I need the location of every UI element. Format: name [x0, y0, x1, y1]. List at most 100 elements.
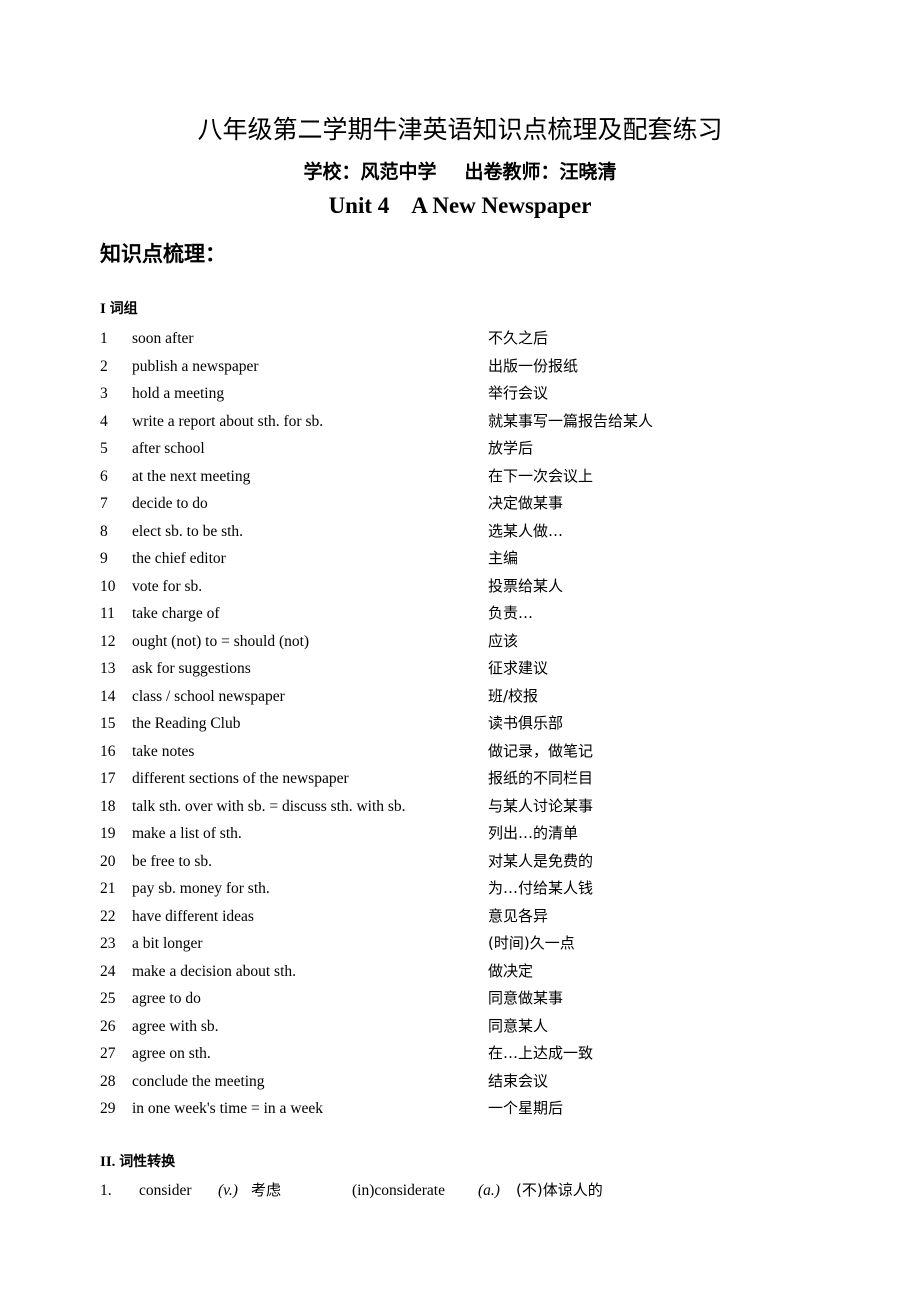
phrase-row: 5 after school 放学后 [0, 435, 920, 463]
phrase-chinese: 做记录，做笔记 [488, 741, 594, 760]
phrase-number: 26 [100, 1017, 116, 1035]
phrase-number: 11 [100, 605, 115, 622]
phrase-english: make a list of sth. [132, 825, 242, 842]
phrase-english: the Reading Club [132, 715, 241, 732]
phrase-number: 2 [100, 357, 108, 375]
phrase-number: 19 [100, 825, 116, 842]
phrase-row: 16 take notes 做记录，做笔记 [0, 738, 920, 766]
phrase-chinese: 为…付给某人钱 [488, 879, 594, 897]
phrase-english: publish a newspaper [132, 357, 259, 375]
phrase-english: make a decision about sth. [132, 962, 296, 980]
phrase-chinese: 不久之后 [488, 329, 549, 347]
phrase-row: 24 make a decision about sth. 做决定 [0, 958, 920, 986]
phrase-number: 16 [100, 742, 116, 760]
phrase-english: the chief editor [132, 550, 226, 567]
word-form-row: 1. consider (v.) 考虑 (in)considerate (a.) (不)体谅… [0, 1177, 920, 1204]
phrase-english: different sections of the newspaper [132, 770, 349, 787]
phrase-english: a bit longer [132, 935, 203, 952]
phrase-row: 1 soon after 不久之后 [0, 325, 920, 353]
document-title: 八年级第二学期牛津英语知识点梳理及配套练习 [197, 115, 723, 144]
phrase-number: 24 [100, 962, 116, 980]
unit-title: Unit 4 A New Newspaper [0, 193, 920, 219]
phrase-english: ask for suggestions [132, 660, 251, 677]
phrase-number: 29 [100, 1100, 116, 1117]
phrase-row: 6 at the next meeting 在下一次会议上 [0, 463, 920, 491]
phrase-chinese: 征求建议 [488, 659, 549, 677]
phrase-chinese: 就某事写一篇报告给某人 [488, 411, 654, 430]
phrase-english: at the next meeting [132, 467, 251, 485]
phrase-chinese: 选某人做… [488, 521, 564, 540]
phrase-chinese: 对某人是免费的 [488, 851, 594, 870]
phrase-row: 19 make a list of sth. 列出…的清单 [0, 820, 920, 848]
phrase-row: 9 the chief editor 主编 [0, 545, 920, 573]
phrase-row: 20 be free to sb. 对某人是免费的 [0, 848, 920, 876]
phrase-chinese: 举行会议 [488, 384, 549, 402]
phrase-chinese: 同意某人 [488, 1016, 549, 1035]
phrase-row: 10 vote for sb. 投票给某人 [0, 573, 920, 601]
phrase-english: pay sb. money for sth. [132, 880, 270, 897]
unit-name: A New Newspaper [411, 193, 592, 218]
phrase-row: 3 hold a meeting 举行会议 [0, 380, 920, 408]
phrase-row: 21 pay sb. money for sth. 为…付给某人钱 [0, 875, 920, 903]
phrase-chinese: 在…上达成一致 [488, 1044, 594, 1062]
phrase-number: 27 [100, 1045, 116, 1062]
phrase-english: conclude the meeting [132, 1072, 265, 1090]
phrase-chinese: 主编 [488, 549, 519, 567]
phrase-chinese: 结束会议 [488, 1071, 549, 1090]
phrase-chinese: 与某人讨论某事 [488, 796, 594, 815]
group-heading-phrases: I 词组 [100, 298, 138, 318]
group-roman-numeral: II. [100, 1154, 116, 1170]
phrase-row: 14 class / school newspaper 班/校报 [0, 683, 920, 711]
phrase-number: 3 [100, 385, 108, 402]
word-form-base-chinese: 考虑 [251, 1181, 282, 1199]
phrase-number: 21 [100, 880, 116, 897]
phrase-chinese: 读书俱乐部 [488, 714, 564, 732]
phrase-row: 2 publish a newspaper 出版一份报纸 [0, 353, 920, 381]
phrase-row: 17 different sections of the newspaper 报纸的… [0, 765, 920, 793]
phrase-number: 14 [100, 687, 116, 705]
phrase-row: 26 agree with sb. 同意某人 [0, 1013, 920, 1041]
phrase-row: 11 take charge of 负责… [0, 600, 920, 628]
phrase-number: 10 [100, 577, 116, 595]
phrase-english: agree to do [132, 990, 201, 1007]
phrase-number: 7 [100, 495, 108, 512]
phrase-chinese: 同意做某事 [488, 989, 564, 1007]
word-form-derived: (in)considerate [352, 1182, 445, 1199]
phrase-chinese: 出版一份报纸 [488, 356, 579, 375]
phrase-row: 22 have different ideas 意见各异 [0, 903, 920, 931]
phrase-row: 29 in one week's time = in a week 一个星期后 [0, 1095, 920, 1123]
phrase-row: 25 agree to do 同意做某事 [0, 985, 920, 1013]
phrase-english: soon after [132, 330, 194, 347]
phrase-english: have different ideas [132, 907, 254, 925]
phrase-number: 23 [100, 935, 116, 952]
phrase-row: 28 conclude the meeting 结束会议 [0, 1068, 920, 1096]
phrase-list: 1 soon after 不久之后 2 publish a newspaper 出版一份报… [0, 325, 920, 1123]
phrase-english: after school [132, 440, 205, 457]
phrase-row: 15 the Reading Club 读书俱乐部 [0, 710, 920, 738]
group-label: 词性转换 [119, 1154, 176, 1170]
phrase-row: 7 decide to do 决定做某事 [0, 490, 920, 518]
word-form-derived-pos: (a.) [478, 1182, 500, 1199]
phrase-chinese: 意见各异 [488, 906, 549, 925]
phrase-chinese: 投票给某人 [488, 576, 564, 595]
word-form-number: 1. [100, 1182, 112, 1199]
phrase-english: hold a meeting [132, 385, 225, 402]
phrase-chinese: 负责… [488, 604, 534, 622]
phrase-number: 13 [100, 660, 116, 677]
phrase-number: 9 [100, 550, 108, 567]
teacher-label: 出卷教师：汪晓清 [464, 161, 617, 183]
phrase-number: 4 [100, 412, 108, 430]
phrase-chinese: 在下一次会议上 [488, 466, 594, 485]
phrase-number: 6 [100, 467, 108, 485]
phrase-english: vote for sb. [132, 577, 203, 595]
phrase-english: in one week's time = in a week [132, 1100, 324, 1117]
phrase-number: 28 [100, 1072, 116, 1090]
phrase-number: 5 [100, 440, 108, 457]
phrase-english: elect sb. to be sth. [132, 522, 244, 540]
phrase-row: 12 ought (not) to = should (not) 应该 [0, 628, 920, 656]
phrase-chinese: 放学后 [488, 439, 534, 457]
phrase-chinese: 做决定 [488, 961, 534, 980]
phrase-number: 12 [100, 632, 116, 650]
phrase-english: decide to do [132, 495, 208, 512]
phrase-english: ought (not) to = should (not) [132, 632, 310, 650]
